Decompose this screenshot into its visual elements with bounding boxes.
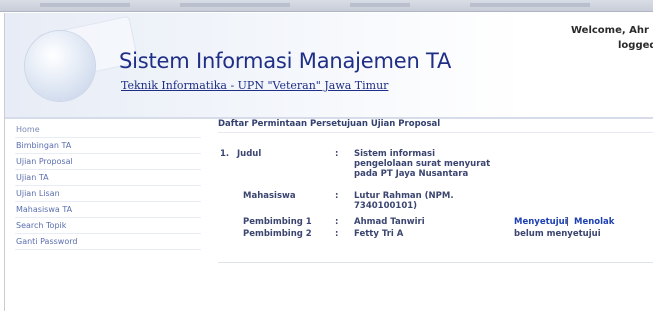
sidebar-item-ganti-password[interactable]: Ganti Password (15, 234, 201, 250)
strip-segment (350, 3, 410, 7)
sidebar-item-search-topik[interactable]: Search Topik (15, 218, 201, 234)
mahasiswa-colon: : (335, 191, 339, 201)
sidebar-item-home[interactable]: Home (15, 122, 201, 138)
content-bottom-divider (218, 262, 653, 263)
mahasiswa-value: Lutur Rahman (NPM. 7340100101) (354, 191, 454, 211)
pembimbing2-status: belum menyetujui (514, 229, 601, 239)
strip-segment (180, 3, 290, 7)
sidebar-item-mahasiswa-ta[interactable]: Mahasiswa TA (15, 202, 201, 218)
pembimbing1-label: Pembimbing 1 (243, 217, 312, 227)
action-separator: | (566, 217, 570, 227)
strip-segment (40, 3, 130, 7)
site-logo (25, 31, 95, 101)
site-subtitle: Teknik Informatika - UPN "Veteran" Jawa … (121, 79, 389, 92)
browser-top-strip (0, 0, 653, 12)
reject-link[interactable]: Menolak (574, 217, 614, 227)
sidebar-item-ujian-lisan[interactable]: Ujian Lisan (15, 186, 201, 202)
judul-label: Judul (237, 149, 262, 159)
pembimbing1-value: Ahmad Tanwiri (354, 217, 425, 227)
sidebar-item-ujian-ta[interactable]: Ujian TA (15, 170, 201, 186)
content-divider (218, 132, 653, 133)
content-title: Daftar Permintaan Persetujuan Ujian Prop… (218, 119, 441, 129)
logged-status: logged (618, 40, 653, 51)
pembimbing2-label: Pembimbing 2 (243, 229, 312, 239)
site-title: Sistem Informasi Manajemen TA (119, 49, 452, 73)
pembimbing2-colon: : (335, 229, 339, 239)
page-frame: Sistem Informasi Manajemen TA Teknik Inf… (4, 13, 653, 311)
judul-colon: : (335, 149, 339, 159)
site-header: Sistem Informasi Manajemen TA Teknik Inf… (5, 13, 653, 119)
sidebar-nav: Home Bimbingan TA Ujian Proposal Ujian T… (15, 122, 201, 250)
sidebar-item-bimbingan-ta[interactable]: Bimbingan TA (15, 138, 201, 154)
strip-segment (470, 3, 590, 7)
pembimbing2-value: Fetty Tri A (354, 229, 404, 239)
sidebar-item-ujian-proposal[interactable]: Ujian Proposal (15, 154, 201, 170)
welcome-text: Welcome, Ahr (571, 25, 649, 36)
mahasiswa-label: Mahasiswa (243, 191, 296, 201)
pembimbing1-colon: : (335, 217, 339, 227)
approve-link[interactable]: Menyetujui (514, 217, 568, 227)
entry-number: 1. (220, 149, 230, 159)
judul-value: Sistem informasi pengelolaan surat menyu… (354, 149, 491, 179)
